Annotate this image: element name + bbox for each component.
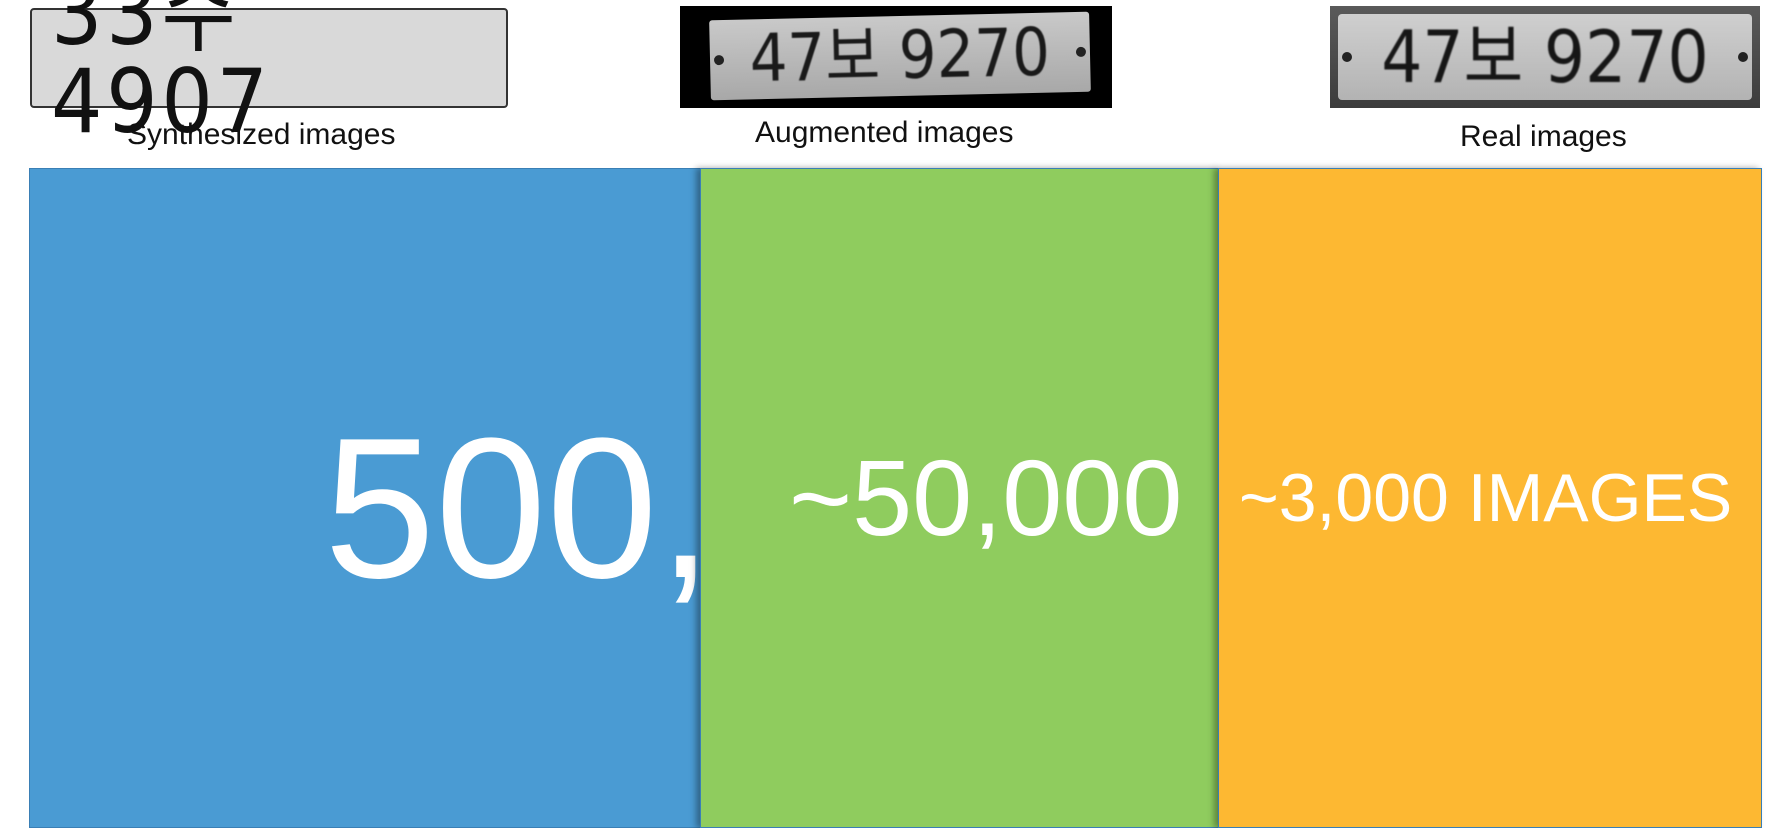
synthesized-caption: Synthesized images (127, 118, 396, 151)
plate-bolt-icon (1342, 52, 1352, 62)
real-plate-text: 47보 9270 (1381, 15, 1709, 99)
real-plate-body: 47보 9270 (1338, 14, 1752, 100)
real-count: ~3,000 IMAGES (1239, 460, 1733, 536)
synthesized-count-block: 500,000 (29, 168, 745, 828)
augmented-count-block: ~50,000 (700, 168, 1220, 828)
real-caption: Real images (1460, 120, 1627, 153)
plate-bolt-icon (1075, 46, 1087, 58)
augmented-plate-text: 47보 9270 (749, 13, 1051, 98)
synthesized-plate-image: 33수 4907 (30, 0, 508, 146)
augmented-caption: Augmented images (755, 116, 1014, 149)
plate-bolt-icon (1738, 52, 1748, 62)
augmented-plate-body: 47보 9270 (709, 11, 1091, 101)
real-plate-image: 47보 9270 (1330, 6, 1760, 108)
synthesized-count: 500,000 (324, 397, 744, 620)
plate-bolt-icon (713, 54, 725, 66)
real-count-block: ~3,000 IMAGES (1218, 168, 1762, 828)
augmented-plate-image: 47보 9270 (680, 6, 1112, 108)
augmented-count: ~50,000 (789, 437, 1183, 558)
